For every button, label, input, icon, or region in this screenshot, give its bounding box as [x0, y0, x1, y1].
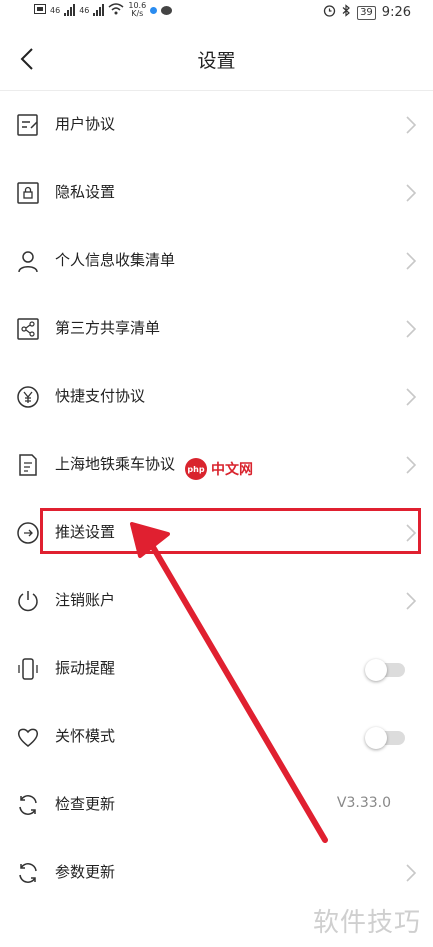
share-icon — [17, 318, 39, 340]
status-right: 39 9:26 — [323, 4, 411, 21]
toggle-knob — [365, 727, 387, 749]
chevron-right-icon — [406, 252, 417, 270]
battery-icon: 39 — [357, 5, 376, 20]
alarm-icon — [323, 4, 336, 21]
chevron-right-icon — [406, 184, 417, 202]
menu-item-check-update[interactable]: 检查更新 V3.33.0 — [0, 771, 433, 839]
chevron-right-icon — [406, 320, 417, 338]
menu-item-label: 检查更新 — [55, 795, 116, 813]
net-speed-unit: K/s — [131, 9, 144, 18]
care-mode-toggle[interactable] — [365, 727, 405, 749]
menu-item-label: 个人信息收集清单 — [55, 251, 176, 269]
page-title: 设置 — [197, 50, 236, 72]
yuan-coin-icon — [17, 386, 39, 408]
menu-item-label: 用户协议 — [55, 115, 116, 133]
chevron-right-icon — [406, 864, 417, 882]
status-bar: 46 46 10.6 K/s 39 9:26 — [0, 0, 433, 24]
network-type-1: 46 — [50, 5, 61, 15]
wifi-icon — [108, 2, 124, 18]
chevron-right-icon — [406, 456, 417, 474]
php-logo: php — [185, 458, 207, 480]
menu-item-label: 注销账户 — [55, 591, 116, 609]
php-watermark: php 中文网 — [185, 458, 253, 480]
sim-icon — [34, 3, 46, 17]
settings-list: 用户协议 隐私设置 个人信息收集清单 第三方共享清单 快捷支付协议 上海地铁乘车… — [0, 91, 433, 907]
menu-item-label: 参数更新 — [55, 863, 116, 881]
status-left: 46 46 10.6 K/s — [34, 2, 173, 18]
push-notification-icon — [17, 522, 39, 544]
vibration-toggle[interactable] — [365, 659, 405, 681]
corner-watermark: 软件技巧 — [312, 908, 421, 938]
vibrate-phone-icon — [18, 658, 38, 680]
menu-item-personal-info-list[interactable]: 个人信息收集清单 — [0, 227, 433, 295]
user-icon — [18, 251, 38, 273]
net-speed: 10.6 K/s — [128, 2, 146, 18]
signal-icon-2 — [93, 4, 105, 16]
php-watermark-text: 中文网 — [211, 462, 253, 478]
menu-item-param-update[interactable]: 参数更新 — [0, 839, 433, 907]
menu-item-quick-pay-agreement[interactable]: 快捷支付协议 — [0, 363, 433, 431]
menu-item-user-agreement[interactable]: 用户协议 — [0, 91, 433, 159]
highlight-box — [40, 508, 421, 554]
chevron-right-icon — [406, 116, 417, 134]
header: 设置 — [0, 36, 433, 84]
chevron-right-icon — [406, 388, 417, 406]
power-icon — [18, 591, 38, 612]
message-icon — [161, 5, 173, 15]
menu-item-label: 快捷支付协议 — [55, 387, 146, 405]
battery-level: 39 — [360, 6, 373, 18]
chevron-right-icon — [406, 592, 417, 610]
document-edit-icon — [17, 114, 38, 136]
signal-icon-1 — [64, 4, 76, 16]
app-notification-icon — [150, 6, 158, 14]
menu-item-delete-account[interactable]: 注销账户 — [0, 567, 433, 635]
toggle-knob — [365, 659, 387, 681]
heart-icon — [17, 728, 39, 747]
clock: 9:26 — [381, 5, 411, 20]
bluetooth-icon — [342, 4, 351, 21]
menu-item-privacy-settings[interactable]: 隐私设置 — [0, 159, 433, 227]
refresh-icon — [19, 795, 37, 815]
menu-item-label: 关怀模式 — [55, 727, 116, 745]
menu-item-label: 隐私设置 — [55, 183, 116, 201]
document-icon — [19, 454, 37, 476]
menu-item-vibration-reminder: 振动提醒 — [0, 635, 433, 703]
menu-item-label: 第三方共享清单 — [55, 319, 161, 337]
lock-document-icon — [17, 182, 39, 204]
menu-item-care-mode: 关怀模式 — [0, 703, 433, 771]
sync-icon — [19, 863, 37, 883]
menu-item-label: 振动提醒 — [55, 659, 116, 677]
menu-item-label: 上海地铁乘车协议 — [55, 455, 176, 473]
version-value: V3.33.0 — [336, 795, 391, 811]
menu-item-third-party-list[interactable]: 第三方共享清单 — [0, 295, 433, 363]
network-type-2: 46 — [79, 5, 90, 15]
